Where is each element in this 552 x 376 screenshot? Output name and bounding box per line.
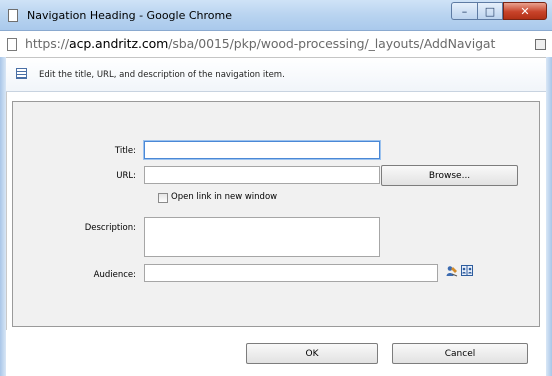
description-bar: Edit the title, URL, and description of …: [6, 58, 546, 92]
url-prefix: https://: [25, 36, 70, 51]
minimize-button[interactable]: –: [451, 2, 477, 20]
open-new-window-label[interactable]: Open link in new window: [171, 192, 277, 202]
translate-icon[interactable]: [535, 39, 546, 50]
address-book-icon[interactable]: [461, 265, 473, 276]
window-frame-right: [546, 57, 552, 376]
dialog-footer: OK Cancel: [6, 330, 546, 376]
url-domain: acp.andritz.com: [69, 36, 169, 51]
document-icon: [7, 38, 17, 51]
audience-input[interactable]: [144, 264, 438, 282]
close-button[interactable]: ✕: [503, 2, 547, 20]
open-new-window-checkbox[interactable]: [158, 193, 168, 203]
maximize-button[interactable]: □: [477, 2, 503, 20]
people-picker-icon[interactable]: [446, 265, 458, 277]
audience-label: Audience:: [93, 270, 136, 280]
address-bar[interactable]: https://acp.andritz.com/sba/0015/pkp/woo…: [0, 31, 552, 58]
window-titlebar[interactable]: Navigation Heading - Google Chrome – □ ✕: [0, 0, 552, 31]
description-textarea[interactable]: [144, 217, 380, 257]
address-url[interactable]: https://acp.andritz.com/sba/0015/pkp/woo…: [25, 36, 495, 51]
title-label: Title:: [114, 146, 136, 156]
url-label: URL:: [116, 171, 136, 181]
cancel-button[interactable]: Cancel: [392, 343, 528, 364]
dialog-body: Title: URL: Browse... Open link in new w…: [12, 101, 540, 327]
browse-button[interactable]: Browse...: [381, 165, 518, 186]
list-icon: [16, 68, 27, 79]
ok-button[interactable]: OK: [246, 343, 378, 364]
window-title: Navigation Heading - Google Chrome: [27, 9, 232, 22]
page-icon: [8, 9, 18, 22]
url-input[interactable]: [144, 166, 380, 184]
title-input[interactable]: [144, 141, 380, 159]
description-label: Description:: [84, 223, 136, 233]
url-path: /sba/0015/pkp/wood-processing/_layouts/A…: [168, 36, 496, 51]
window-controls: – □ ✕: [451, 2, 547, 20]
description-text: Edit the title, URL, and description of …: [39, 70, 285, 80]
